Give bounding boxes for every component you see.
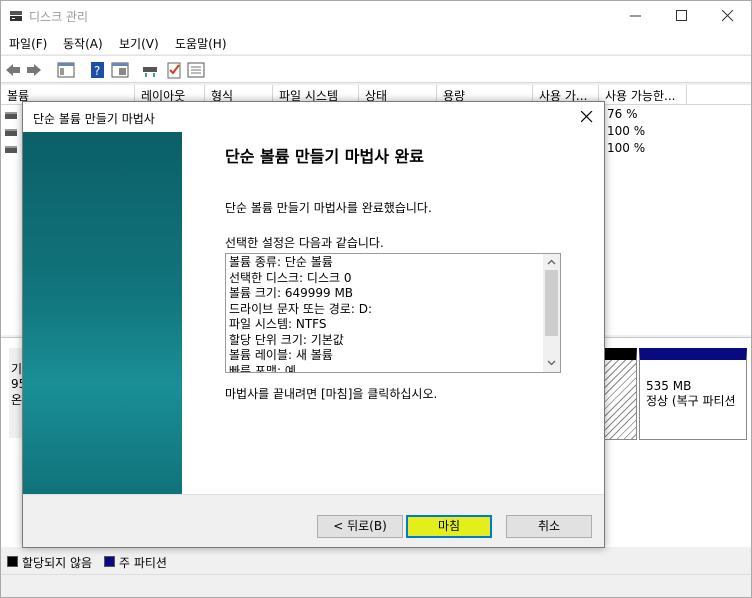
close-button[interactable]: [705, 1, 751, 32]
wizard-content: 단순 볼륨 만들기 마법사 완료 단순 볼륨 만들기 마법사를 완료했습니다. …: [182, 132, 604, 494]
settings-line: 할당 단위 크기: 기본값: [229, 332, 344, 347]
properties-icon[interactable]: [111, 61, 129, 79]
menu-bar: 파일(F) 동작(A) 보기(V) 도움말(H): [1, 32, 751, 54]
column-percent-free[interactable]: 사용 가능한...: [599, 85, 687, 105]
window-title: 디스크 관리: [29, 10, 89, 24]
svg-text:?: ?: [94, 64, 100, 78]
wizard-dialog: 단순 볼륨 만들기 마법사 단순 볼륨 만들기 마법사 완료 단순 볼륨 만들기…: [22, 101, 605, 548]
settings-line: 볼륨 크기: 649999 MB: [229, 286, 354, 300]
menu-view[interactable]: 보기(V): [119, 35, 159, 52]
recovery-partition[interactable]: 535 MB 정상 (복구 파티션: [639, 348, 747, 440]
scrollbar-thumb[interactable]: [545, 270, 558, 336]
settings-scrollbar[interactable]: [543, 254, 560, 372]
settings-line: 선택한 디스크: 디스크 0: [229, 270, 352, 285]
wizard-footer: < 뒤로(B) 마침 취소: [23, 494, 604, 547]
cancel-button[interactable]: 취소: [506, 515, 592, 538]
console-tree-icon[interactable]: [57, 61, 75, 79]
status-bar: [1, 574, 751, 597]
finish-button[interactable]: 마침: [406, 515, 492, 538]
disk-management-icon: [10, 11, 22, 21]
finish-hint: 마법사를 끝내려면 [마침]을 클릭하십시오.: [225, 387, 438, 401]
back-arrow-icon[interactable]: [4, 61, 22, 79]
settings-line: 볼륨 레이블: 새 볼륨: [229, 348, 333, 362]
menu-action[interactable]: 동작(A): [63, 35, 103, 52]
minimize-icon: [630, 15, 641, 17]
menu-help[interactable]: 도움말(H): [175, 35, 227, 52]
wizard-heading: 단순 볼륨 만들기 마법사 완료: [225, 147, 424, 166]
scroll-down-icon[interactable]: [547, 358, 556, 367]
volume-row-icon: [5, 112, 17, 119]
maximize-button[interactable]: [659, 1, 705, 32]
settings-list: 볼륨 종류: 단순 볼륨 선택한 디스크: 디스크 0 볼륨 크기: 64999…: [229, 255, 541, 373]
checklist-icon[interactable]: [165, 61, 183, 79]
settings-line: 빠른 포맷: 예: [229, 363, 296, 373]
wizard-title: 단순 볼륨 만들기 마법사: [33, 112, 155, 126]
settings-line: 볼륨 종류: 단순 볼륨: [229, 255, 333, 269]
volume-row-icon: [5, 146, 17, 153]
volume-row-percent-free: 76 %: [607, 107, 638, 121]
partition-size: 535 MB: [646, 379, 692, 393]
minimize-button[interactable]: [613, 1, 659, 32]
partition-status: 정상 (복구 파티션: [646, 394, 736, 408]
forward-arrow-icon[interactable]: [25, 61, 43, 79]
volume-row-percent-free: 100 %: [607, 124, 646, 138]
volume-row-percent-free: 100 %: [607, 141, 646, 155]
menu-file[interactable]: 파일(F): [9, 35, 47, 52]
help-icon[interactable]: ?: [89, 61, 107, 79]
legend: 할당되지 않음 주 파티션: [1, 552, 751, 572]
settings-label: 선택한 설정은 다음과 같습니다.: [225, 236, 384, 250]
settings-list-icon[interactable]: [187, 61, 205, 79]
scroll-up-icon[interactable]: [547, 258, 556, 267]
title-bar: 디스크 관리: [1, 1, 751, 32]
back-button[interactable]: < 뒤로(B): [317, 515, 403, 538]
connect-disk-icon[interactable]: [141, 61, 159, 79]
wizard-title-bar: 단순 볼륨 만들기 마법사: [23, 102, 604, 132]
settings-summary-box[interactable]: 볼륨 종류: 단순 볼륨 선택한 디스크: 디스크 0 볼륨 크기: 64999…: [225, 253, 561, 373]
close-icon: [581, 111, 593, 123]
volume-row-icon: [5, 129, 17, 136]
wizard-side-banner: [23, 132, 182, 494]
toolbar: ?: [1, 55, 751, 83]
legend-unallocated-swatch: [7, 556, 18, 567]
legend-primary-swatch: [104, 556, 115, 567]
settings-line: 파일 시스템: NTFS: [229, 317, 327, 331]
settings-line: 드라이브 문자 또는 경로: D:: [229, 301, 372, 316]
legend-unallocated-label: 할당되지 않음: [22, 556, 93, 570]
legend-primary-label: 주 파티션: [119, 556, 167, 570]
wizard-completed-text: 단순 볼륨 만들기 마법사를 완료했습니다.: [225, 201, 432, 215]
wizard-close-button[interactable]: [570, 102, 604, 132]
close-icon: [722, 10, 734, 22]
maximize-icon: [676, 10, 687, 21]
unallocated-partition[interactable]: [604, 348, 637, 440]
